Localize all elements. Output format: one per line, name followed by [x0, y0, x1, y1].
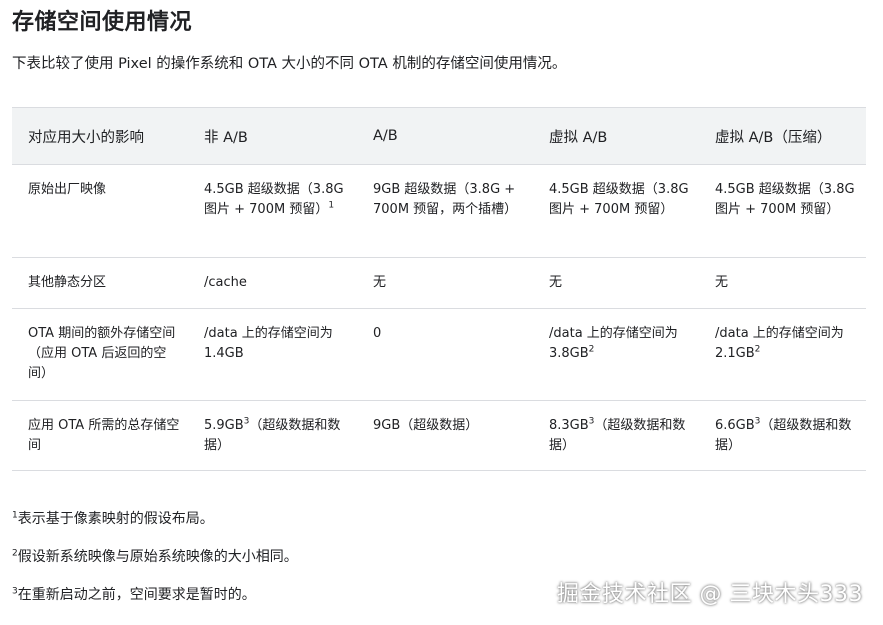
row-label: 应用 OTA 所需的总存储空间 — [12, 400, 188, 471]
watermark: 掘金技术社区 @ 三块木头333 — [557, 582, 863, 607]
footnote-item: 3在重新启动之前，空间要求是暂时的。 — [12, 586, 256, 603]
table-row: 应用 OTA 所需的总存储空间 5.9GB3（超级数据和数据） 9GB（超级数据… — [12, 400, 866, 471]
header-virtual-ab-compressed: 虚拟 A/B（压缩） — [699, 107, 866, 165]
table-cell: 8.3GB3（超级数据和数据） — [533, 400, 699, 471]
table-cell: 0 — [357, 308, 533, 401]
footnotes: 1表示基于像素映射的假设布局。 2假设新系统映像与原始系统映像的大小相同。 3在… — [12, 508, 298, 622]
intro-paragraph: 下表比较了使用 Pixel 的操作系统和 OTA 大小的不同 OTA 机制的存储… — [12, 56, 567, 72]
table-cell: 5.9GB3（超级数据和数据） — [188, 400, 357, 471]
table-cell: 无 — [533, 257, 699, 309]
footnote-item: 2假设新系统映像与原始系统映像的大小相同。 — [12, 548, 298, 565]
table-row: OTA 期间的额外存储空间（应用 OTA 后返回的空间） /data 上的存储空… — [12, 308, 866, 401]
header-non-ab: 非 A/B — [188, 107, 357, 165]
table-cell: 9GB（超级数据） — [357, 400, 533, 471]
header-impact: 对应用大小的影响 — [12, 107, 188, 165]
table-cell: 无 — [357, 257, 533, 309]
footnote-ref: 1 — [328, 200, 335, 211]
table-cell: /cache — [188, 257, 357, 309]
row-label: 其他静态分区 — [12, 257, 188, 309]
row-label: OTA 期间的额外存储空间（应用 OTA 后返回的空间） — [12, 308, 188, 401]
table-cell: 6.6GB3（超级数据和数据） — [699, 400, 866, 471]
table-cell: 4.5GB 超级数据（3.8G 图片 + 700M 预留） — [699, 164, 866, 258]
header-virtual-ab: 虚拟 A/B — [533, 107, 699, 165]
footnote-item: 1表示基于像素映射的假设布局。 — [12, 510, 214, 527]
table-row: 原始出厂映像 4.5GB 超级数据（3.8G 图片 + 700M 预留）1 9G… — [12, 164, 866, 258]
table-cell: /data 上的存储空间为 3.8GB2 — [533, 308, 699, 401]
table-cell: 无 — [699, 257, 866, 309]
table-cell: /data 上的存储空间为 2.1GB2 — [699, 308, 866, 401]
header-ab: A/B — [357, 107, 533, 165]
page-title: 存储空间使用情况 — [12, 10, 193, 35]
table-cell: 9GB 超级数据（3.8G + 700M 预留，两个插槽） — [357, 164, 533, 258]
footnote-ref: 2 — [588, 344, 595, 355]
footnote-ref: 2 — [754, 344, 761, 355]
document-page: 存储空间使用情况 下表比较了使用 Pixel 的操作系统和 OTA 大小的不同 … — [0, 0, 883, 625]
storage-comparison-table: 对应用大小的影响 非 A/B A/B 虚拟 A/B 虚拟 A/B（压缩） 原始出… — [12, 107, 866, 471]
row-label: 原始出厂映像 — [12, 164, 188, 258]
table-header-row: 对应用大小的影响 非 A/B A/B 虚拟 A/B 虚拟 A/B（压缩） — [12, 107, 866, 165]
table-cell: 4.5GB 超级数据（3.8G 图片 + 700M 预留） — [533, 164, 699, 258]
table-cell: /data 上的存储空间为 1.4GB — [188, 308, 357, 401]
table-cell: 4.5GB 超级数据（3.8G 图片 + 700M 预留）1 — [188, 164, 357, 258]
table-row: 其他静态分区 /cache 无 无 无 — [12, 257, 866, 309]
